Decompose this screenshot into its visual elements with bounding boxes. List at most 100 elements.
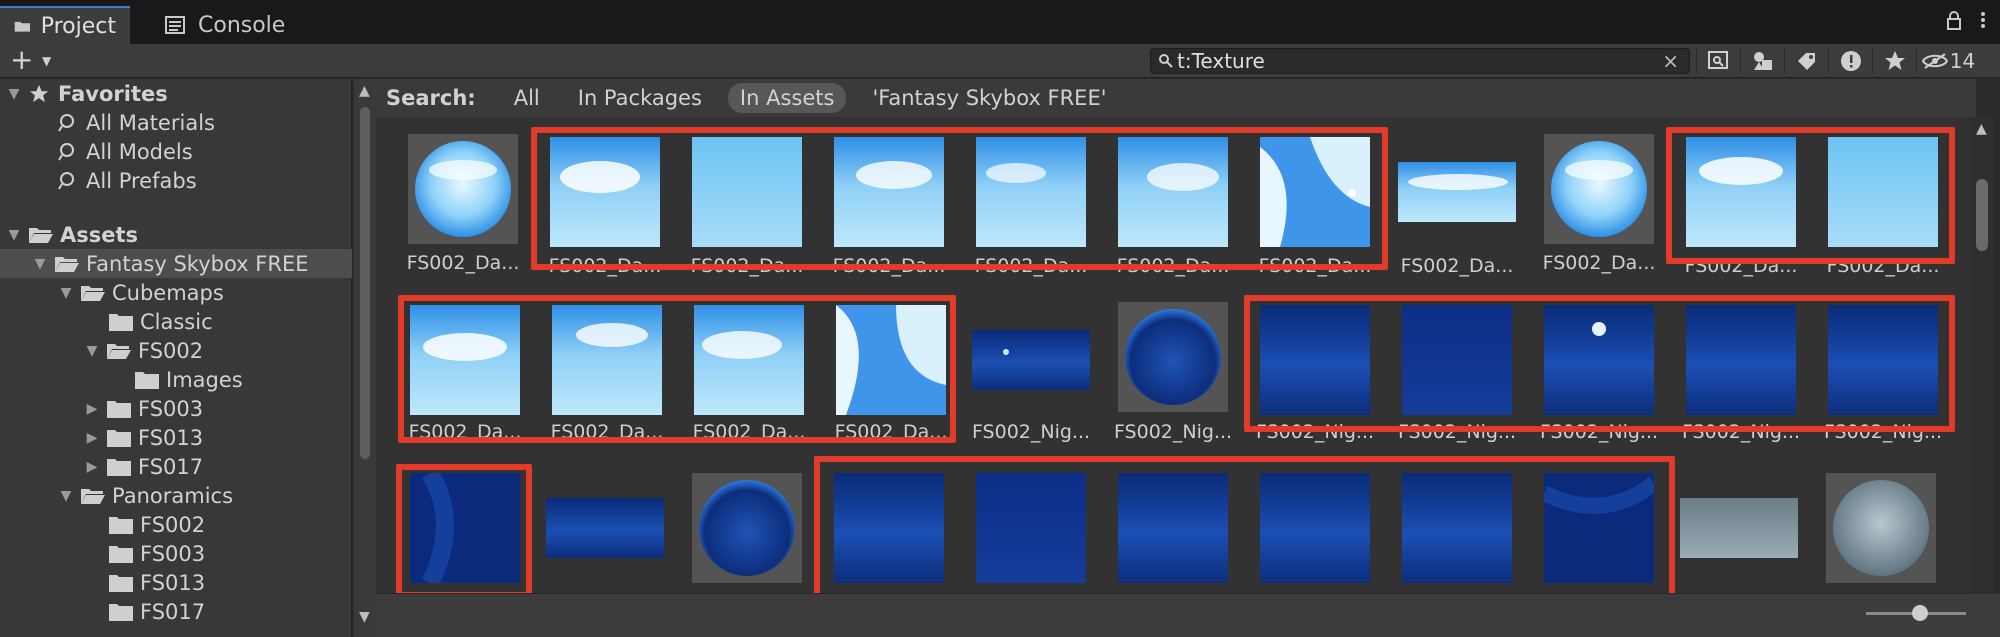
tree-item-fs003[interactable]: ▶ FS003 — [84, 394, 204, 423]
scroll-up-icon[interactable]: ▲ — [1976, 121, 1987, 137]
asset-label: FS002_Da... — [832, 255, 946, 277]
asset-thumbnail — [1402, 305, 1512, 415]
asset-label: FS002_Da... — [692, 421, 806, 443]
asset-thumbnail — [1544, 134, 1654, 244]
asset-thumbnail — [552, 305, 662, 415]
expand-arrow-icon[interactable]: ▼ — [6, 227, 22, 243]
folder-open-icon — [107, 343, 131, 359]
tree-item-pano-fs002[interactable]: FS002 — [108, 510, 205, 539]
folder-icon — [107, 429, 131, 447]
expand-arrow-icon[interactable]: ▼ — [84, 343, 100, 359]
asset-thumbnail — [692, 473, 802, 583]
scope-folder[interactable]: 'Fantasy Skybox FREE' — [860, 83, 1118, 113]
tree-item-fantasy-skybox-free[interactable]: ▼ Fantasy Skybox FREE — [0, 249, 352, 278]
folder-icon — [109, 516, 133, 534]
tree-item-all-materials[interactable]: All Materials — [58, 108, 215, 137]
scope-in-packages[interactable]: In Packages — [566, 83, 714, 113]
grid-scroll-thumb[interactable] — [1976, 179, 1988, 251]
tree-label: Images — [166, 367, 243, 392]
asset-thumbnail — [1826, 473, 1936, 583]
tree-item-fs017[interactable]: ▶ FS017 — [84, 452, 204, 481]
asset-label: FS002_Da... — [1826, 255, 1940, 277]
filter-by-label-button[interactable] — [1784, 48, 1828, 74]
warning-icon — [1840, 51, 1861, 71]
asset-thumbnail — [1828, 137, 1938, 247]
scope-in-assets[interactable]: In Assets — [727, 83, 847, 113]
collapse-arrow-icon[interactable]: ▶ — [84, 401, 100, 417]
asset-thumbnail — [1118, 473, 1228, 583]
search-input[interactable]: t:Texture × — [1150, 48, 1690, 74]
expand-arrow-icon[interactable]: ▼ — [58, 285, 74, 301]
thumbnail-size-slider-knob[interactable] — [1912, 605, 1928, 621]
tree-item-classic[interactable]: Classic — [108, 307, 213, 336]
tab-label: Console — [198, 12, 286, 38]
collapse-arrow-icon[interactable]: ▶ — [84, 430, 100, 446]
tree-label: Classic — [140, 309, 213, 334]
folder-icon — [109, 603, 133, 621]
chevron-down-icon[interactable]: ▼ — [42, 54, 51, 68]
save-search-button[interactable] — [1872, 48, 1916, 74]
scroll-down-icon[interactable]: ▼ — [359, 609, 370, 625]
tree-item-panoramics[interactable]: ▼ Panoramics — [58, 481, 233, 510]
hidden-count: 14 — [1949, 49, 1976, 73]
tree-scrollbar[interactable]: ▲ ▼ — [354, 79, 376, 637]
tree-favorites[interactable]: ▼ Favorites — [6, 79, 168, 108]
asset-thumbnail — [410, 305, 520, 415]
tree-item-pano-fs013[interactable]: FS013 — [108, 568, 205, 597]
asset-thumbnail — [1260, 305, 1370, 415]
asset-label: FS002_Da... — [974, 255, 1088, 277]
tree-label: FS002 — [138, 338, 204, 363]
grid-scrollbar[interactable]: ▲ — [1970, 117, 1994, 593]
asset-label: FS002_Nig... — [1397, 421, 1517, 443]
filter-by-log-button[interactable] — [1828, 48, 1872, 74]
asset-label: FS002_Da... — [408, 421, 522, 443]
search-icon — [58, 171, 74, 190]
asset-label: FS002_Da... — [1542, 252, 1656, 274]
collapse-arrow-icon[interactable]: ▶ — [84, 459, 100, 475]
tree-label: Panoramics — [112, 483, 234, 508]
folder-open-icon — [29, 227, 53, 243]
scope-all[interactable]: All — [502, 83, 552, 113]
tree-item-pano-fs003[interactable]: FS003 — [108, 539, 205, 568]
scroll-up-icon[interactable]: ▲ — [359, 83, 370, 99]
asset-label: FS002_Da... — [690, 255, 804, 277]
tree-assets[interactable]: ▼ Assets — [6, 220, 138, 249]
search-value: t:Texture — [1177, 49, 1265, 73]
console-icon — [165, 16, 185, 34]
tree-item-images[interactable]: Images — [134, 365, 243, 394]
lock-icon[interactable] — [1946, 10, 1962, 30]
tree-scroll-thumb[interactable] — [360, 107, 370, 459]
tree-label: Cubemaps — [112, 280, 224, 305]
tab-project[interactable]: Project — [0, 6, 130, 44]
asset-label: FS002_Da... — [548, 255, 662, 277]
filter-by-type-button[interactable] — [1740, 48, 1784, 74]
tree-item-pano-fs017[interactable]: FS017 — [108, 597, 205, 626]
expand-arrow-icon[interactable]: ▼ — [58, 488, 74, 504]
folder-open-icon — [81, 488, 105, 504]
clear-search-icon[interactable]: × — [1662, 49, 1679, 73]
asset-thumbnail — [694, 305, 804, 415]
add-button[interactable]: + — [10, 46, 33, 74]
tree-item-all-models[interactable]: All Models — [58, 137, 193, 166]
asset-label: FS002_Da... — [1684, 255, 1798, 277]
search-by-type-button[interactable] — [1696, 48, 1740, 74]
asset-thumbnail — [408, 134, 518, 244]
more-options-icon[interactable] — [1980, 10, 1986, 30]
asset-thumbnail — [1118, 137, 1228, 247]
star-icon — [29, 84, 49, 102]
tree-item-all-prefabs[interactable]: All Prefabs — [58, 166, 197, 195]
search-window-icon — [1707, 51, 1728, 69]
asset-label: FS002_Nig... — [1255, 421, 1375, 443]
tree-label: FS017 — [140, 599, 206, 624]
expand-arrow-icon[interactable]: ▼ — [6, 86, 22, 102]
expand-arrow-icon[interactable]: ▼ — [32, 256, 48, 272]
tree-item-cubemaps[interactable]: ▼ Cubemaps — [58, 278, 224, 307]
tab-console[interactable]: Console — [150, 6, 300, 44]
hidden-packages-button[interactable]: 14 — [1916, 48, 1980, 74]
tree-item-fs013[interactable]: ▶ FS013 — [84, 423, 204, 452]
asset-thumbnail — [1686, 305, 1796, 415]
asset-label: FS002_Da... — [834, 421, 948, 443]
asset-label: FS002_Nig... — [1823, 421, 1943, 443]
tree-item-fs002[interactable]: ▼ FS002 — [84, 336, 204, 365]
asset-label: FS002_Da... — [550, 421, 664, 443]
